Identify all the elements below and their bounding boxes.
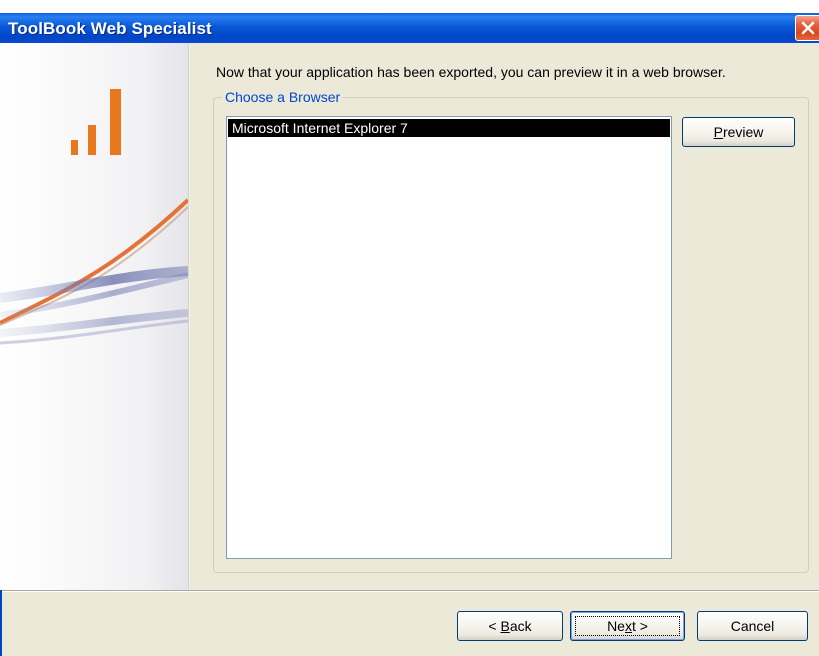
browser-list[interactable]: Microsoft Internet Explorer 7	[226, 116, 672, 559]
preview-label-accel: P	[713, 124, 723, 140]
panel-divider	[188, 43, 190, 590]
title-bar[interactable]: ToolBook Web Specialist	[0, 13, 819, 43]
window-title: ToolBook Web Specialist	[8, 19, 212, 38]
back-button[interactable]: < Back	[457, 611, 563, 641]
list-item[interactable]: Microsoft Internet Explorer 7	[228, 119, 670, 137]
back-label-prefix: <	[488, 618, 501, 634]
wizard-art-panel	[0, 43, 188, 590]
footer-separator	[2, 590, 819, 592]
preview-button[interactable]: Preview	[682, 117, 795, 147]
close-button[interactable]	[795, 15, 819, 41]
dialog-window: ToolBook Web Specialist Now that your ap…	[0, 0, 819, 656]
next-button[interactable]: Next >	[570, 611, 685, 641]
back-label-suffix: ack	[509, 618, 532, 634]
instruction-text: Now that your application has been expor…	[216, 64, 726, 80]
preview-label-suffix: review	[722, 124, 764, 140]
cancel-button[interactable]: Cancel	[697, 611, 808, 641]
back-label-accel: B	[500, 618, 510, 634]
group-legend: Choose a Browser	[222, 89, 344, 105]
wizard-art	[0, 43, 188, 590]
close-icon	[801, 21, 815, 35]
focus-rectangle	[575, 616, 680, 636]
desktop-strip	[0, 0, 819, 13]
